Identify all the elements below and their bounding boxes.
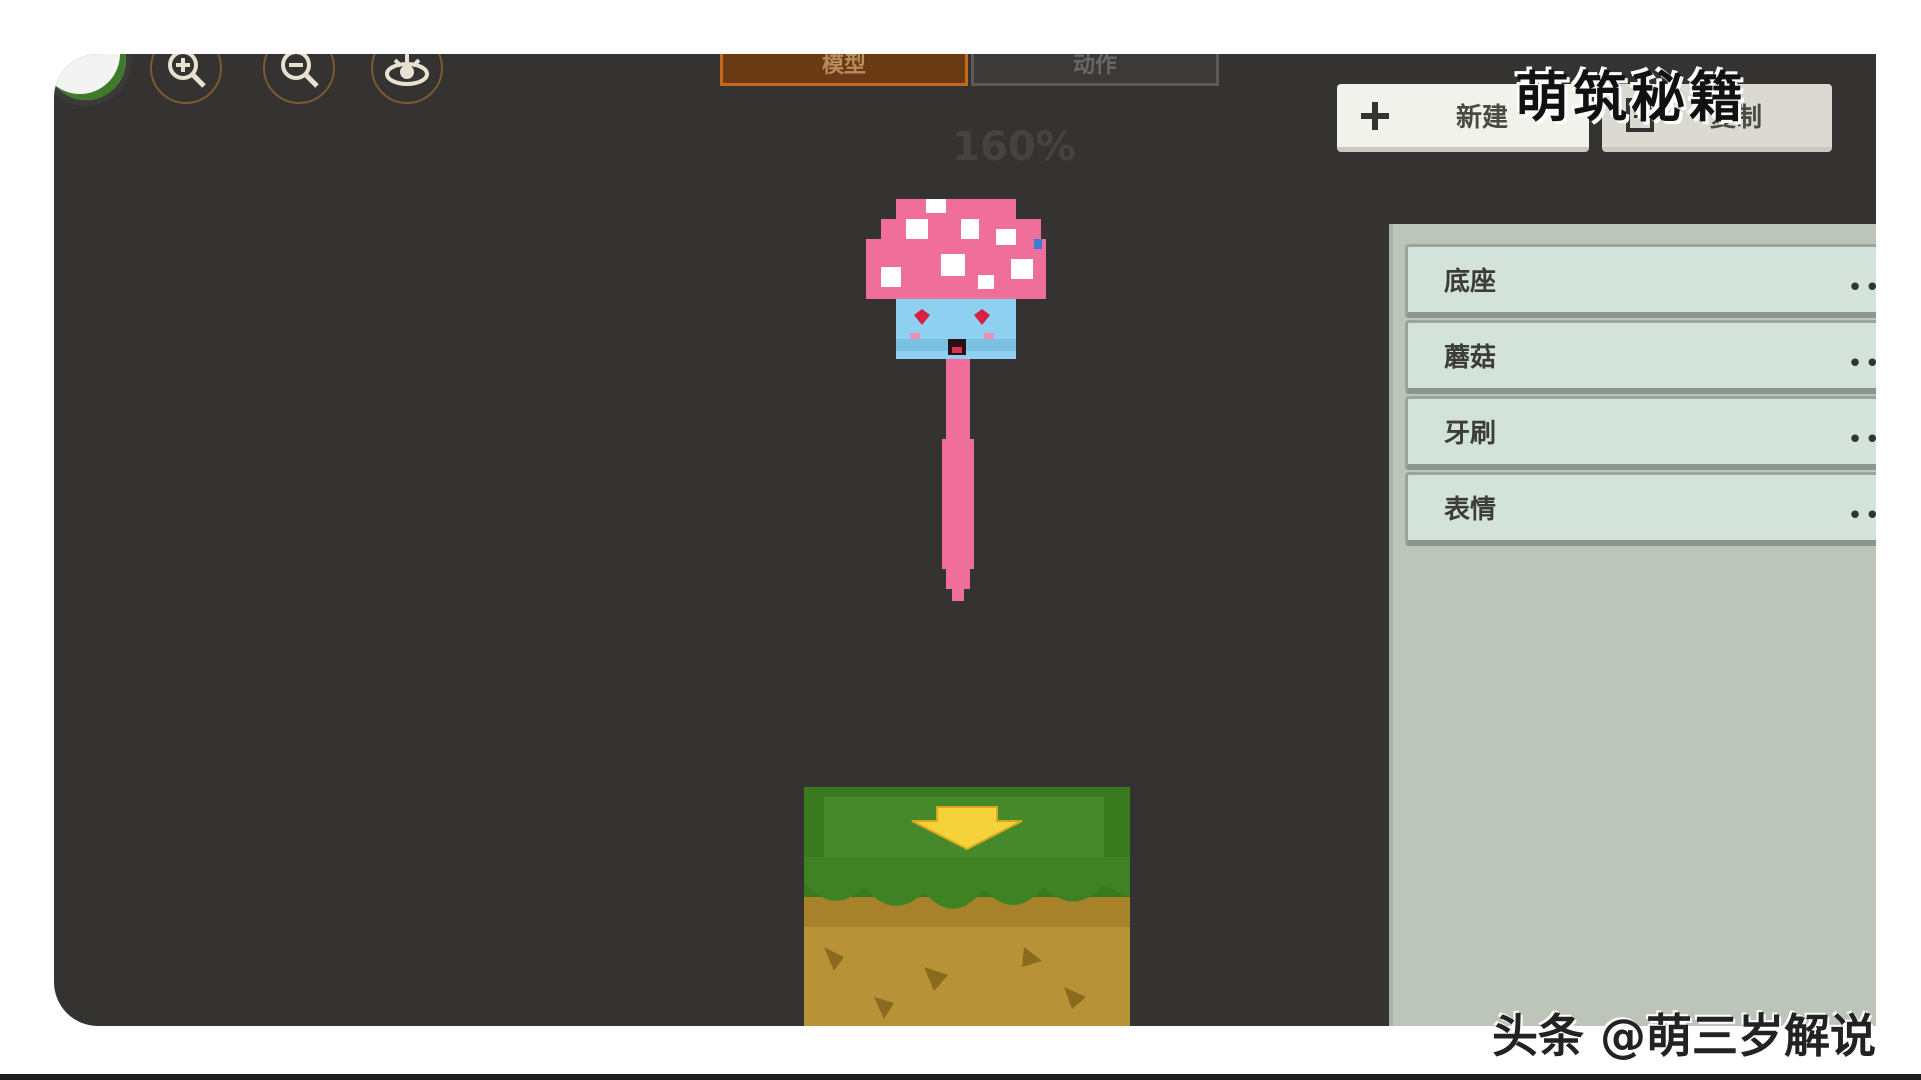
credit-watermark: 头条 @萌三岁解说 <box>1492 1009 1877 1063</box>
watermark-logo: 萌筑秘籍 <box>1515 65 1747 129</box>
mushroom-cap <box>866 199 1046 299</box>
mushroom-model[interactable] <box>866 199 1076 639</box>
grass-block-base[interactable] <box>804 787 1130 1026</box>
plus-icon <box>1355 96 1395 136</box>
menu-corner-button[interactable] <box>54 54 132 106</box>
zoom-out-icon <box>281 54 319 88</box>
mushroom-face <box>896 299 1016 359</box>
view-toggle-button[interactable] <box>371 54 443 104</box>
editor-window: 模型 动作 160% 底座 • 蘑菇 • 牙刷 • 表情 • <box>54 54 1876 1026</box>
part-item-expression[interactable]: 表情 •• <box>1405 472 1876 546</box>
part-item-label: 牙刷 <box>1444 419 1497 449</box>
more-options-icon[interactable]: •• <box>1847 425 1876 455</box>
toothbrush-handle <box>942 359 974 601</box>
more-options-icon[interactable]: •• <box>1847 273 1876 303</box>
zoom-level-readout: 160% <box>952 124 1076 170</box>
part-item-mushroom[interactable]: 蘑菇 •• <box>1405 320 1876 394</box>
part-item-base[interactable]: 底座 •• <box>1405 244 1876 318</box>
part-list-panel: 底座 •• 蘑菇 •• 牙刷 •• 表情 •• <box>1389 224 1876 1026</box>
more-options-icon[interactable]: •• <box>1847 349 1876 379</box>
zoom-in-button[interactable] <box>150 54 222 104</box>
eye-icon <box>385 54 429 86</box>
part-item-label: 蘑菇 <box>1444 343 1497 373</box>
zoom-out-button[interactable] <box>263 54 335 104</box>
part-item-toothbrush[interactable]: 牙刷 •• <box>1405 396 1876 470</box>
tab-model[interactable]: 模型 <box>720 54 968 86</box>
part-item-label: 底座 <box>1444 267 1497 297</box>
part-item-label: 表情 <box>1444 495 1497 525</box>
zoom-in-icon <box>168 54 206 88</box>
bottom-edge <box>0 1074 1921 1080</box>
tab-action[interactable]: 动作 <box>971 54 1219 86</box>
more-options-icon[interactable]: •• <box>1847 501 1876 531</box>
